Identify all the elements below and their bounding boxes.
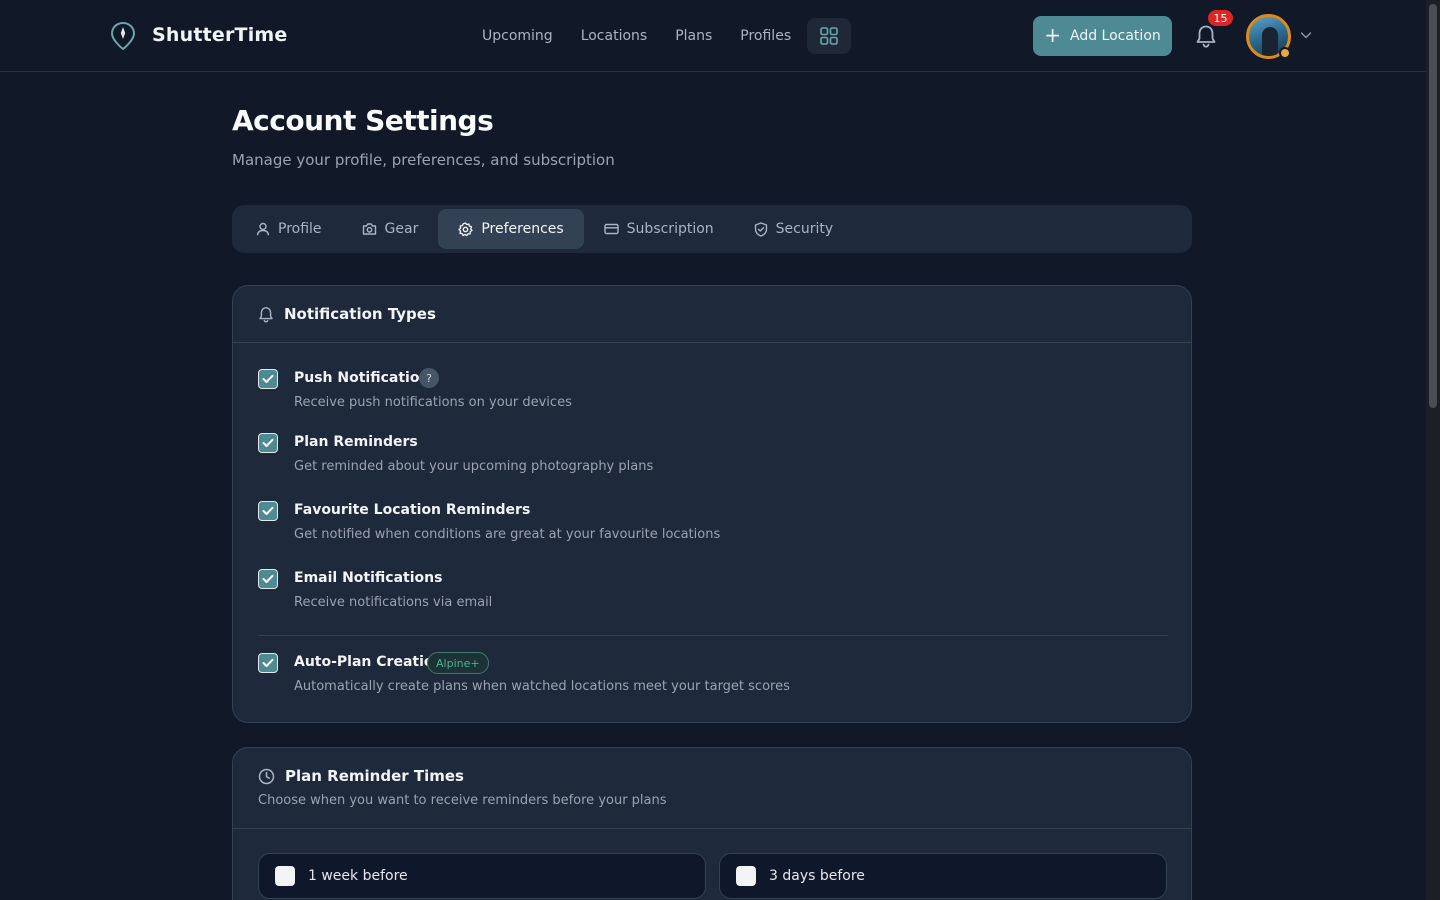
camera-icon: [362, 223, 376, 235]
help-icon[interactable]: ?: [419, 368, 439, 388]
tab-preferences[interactable]: Preferences: [438, 209, 584, 249]
page-title: Account Settings: [232, 104, 494, 137]
tab-profile-label: Profile: [278, 221, 322, 237]
nav-link-locations[interactable]: Locations: [581, 28, 648, 44]
avatar-status-dot: [1279, 47, 1291, 59]
auto-plan-creation-checkbox[interactable]: [258, 653, 278, 673]
section-divider: [258, 635, 1168, 636]
reminder-3-days-checkbox[interactable]: [736, 866, 756, 886]
page-subtitle: Manage your profile, preferences, and su…: [232, 151, 615, 169]
tab-subscription[interactable]: Subscription: [584, 209, 734, 249]
tier-badge: Alpine+: [427, 652, 489, 674]
plan-reminder-times-card: Plan Reminder Times Choose when you want…: [232, 747, 1192, 900]
gear-icon: [458, 221, 473, 236]
bell-icon: [259, 306, 273, 323]
notification-types-card: Notification Types Push Notifications ? …: [232, 285, 1192, 723]
auto-plan-creation-label: Auto-Plan Creation: [294, 654, 444, 670]
plan-reminder-times-title: Plan Reminder Times: [285, 767, 464, 785]
tab-profile[interactable]: Profile: [236, 209, 342, 249]
apps-grid-button[interactable]: [807, 18, 852, 54]
scrollbar-thumb[interactable]: [1429, 4, 1437, 408]
reminder-1-week-label: 1 week before: [308, 868, 408, 884]
notification-count-badge: 15: [1208, 10, 1233, 26]
plus-icon: +: [1044, 23, 1061, 47]
checkmark-icon: [262, 374, 274, 383]
plan-reminders-checkbox[interactable]: [258, 433, 278, 453]
push-notifications-label: Push Notifications: [294, 370, 438, 386]
notification-types-title: Notification Types: [284, 305, 436, 323]
push-notifications-checkbox[interactable]: [258, 369, 278, 389]
plan-reminder-times-header: Plan Reminder Times Choose when you want…: [233, 748, 1191, 829]
tab-gear[interactable]: Gear: [342, 209, 439, 249]
avatar-photo: [1262, 27, 1278, 56]
nav-link-profiles[interactable]: Profiles: [740, 28, 791, 44]
email-notifications-label: Email Notifications: [294, 570, 443, 586]
main-nav: Upcoming Locations Plans Profiles: [482, 18, 852, 54]
nav-link-plans[interactable]: Plans: [675, 28, 712, 44]
nav-link-upcoming[interactable]: Upcoming: [482, 28, 553, 44]
settings-tabs: Profile Gear Preferences Subscription Se…: [232, 205, 1192, 253]
tab-gear-label: Gear: [384, 221, 419, 237]
plan-reminders-label: Plan Reminders: [294, 434, 418, 450]
checkmark-icon: [262, 658, 274, 667]
favourite-location-reminders-label: Favourite Location Reminders: [294, 502, 531, 518]
favourite-location-reminders-description: Get notified when conditions are great a…: [294, 527, 721, 542]
tab-security[interactable]: Security: [734, 209, 854, 249]
checkmark-icon: [262, 506, 274, 515]
tab-security-label: Security: [775, 221, 834, 237]
chevron-down-icon[interactable]: [1300, 30, 1312, 40]
plan-reminders-description: Get reminded about your upcoming photogr…: [294, 459, 654, 474]
email-notifications-description: Receive notifications via email: [294, 595, 493, 610]
add-location-label: Add Location: [1069, 28, 1161, 44]
checkmark-icon: [262, 438, 274, 447]
user-icon: [256, 222, 270, 236]
page-scrollbar[interactable]: [1426, 0, 1440, 900]
add-location-button[interactable]: + Add Location: [1033, 16, 1172, 56]
location-pin-logo-icon[interactable]: [110, 22, 136, 50]
credit-card-icon: [603, 223, 619, 235]
grid-icon: [820, 27, 838, 45]
checkmark-icon: [262, 574, 274, 583]
brand-name[interactable]: ShutterTime: [152, 24, 288, 46]
plan-reminder-times-subtitle: Choose when you want to receive reminder…: [258, 793, 667, 808]
email-notifications-checkbox[interactable]: [258, 569, 278, 589]
notification-types-header: Notification Types: [233, 286, 1191, 343]
reminder-3-days-label: 3 days before: [769, 868, 865, 884]
reminder-1-week-checkbox[interactable]: [275, 866, 295, 886]
shield-icon: [754, 221, 767, 237]
reminder-option-3-days[interactable]: 3 days before: [719, 853, 1167, 899]
notifications-bell-icon[interactable]: [1195, 24, 1217, 48]
push-notifications-description: Receive push notifications on your devic…: [294, 395, 572, 410]
top-navbar: ShutterTime Upcoming Locations Plans Pro…: [0, 0, 1426, 72]
auto-plan-creation-description: Automatically create plans when watched …: [294, 679, 790, 694]
tab-subscription-label: Subscription: [626, 221, 714, 237]
favourite-location-reminders-checkbox[interactable]: [258, 501, 278, 521]
clock-icon: [258, 768, 275, 784]
tab-preferences-label: Preferences: [481, 221, 564, 237]
reminder-option-1-week[interactable]: 1 week before: [258, 853, 706, 899]
